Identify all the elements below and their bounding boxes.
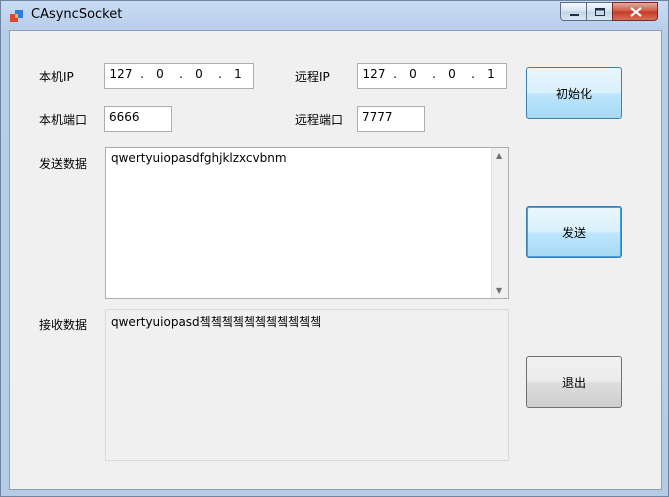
- remote-port-value: 7777: [362, 110, 393, 124]
- ip-dot: .: [218, 67, 222, 81]
- ip-dot: .: [179, 67, 183, 81]
- receive-data-label: 接收数据: [39, 318, 88, 332]
- send-data-label: 发送数据: [39, 157, 88, 171]
- local-port-input[interactable]: 6666: [104, 106, 172, 132]
- send-button[interactable]: 发送: [526, 206, 622, 258]
- remote-ip-octet-1[interactable]: 127: [362, 67, 386, 81]
- local-ip-octet-2[interactable]: 0: [148, 67, 172, 81]
- app-window: CAsyncSocket 本机IP 127 . 0 . 0 . 1 远程IP 1…: [0, 0, 669, 497]
- scroll-up-icon[interactable]: ▲: [496, 151, 502, 160]
- ip-dot: .: [393, 67, 397, 81]
- receive-data-textarea[interactable]: qwertyuiopasd쳌쳌쳌쳌쳌쳌쳌쳌쳌쳌쳌: [105, 309, 509, 461]
- remote-port-label: 远程端口: [295, 113, 344, 127]
- window-title: CAsyncSocket: [31, 7, 123, 22]
- minimize-icon: [570, 14, 579, 16]
- send-data-text: qwertyuiopasdfghjklzxcvbnm: [111, 151, 287, 165]
- send-data-textarea[interactable]: qwertyuiopasdfghjklzxcvbnm ▲ ▼: [105, 147, 509, 299]
- maximize-icon: [595, 8, 605, 16]
- exit-button[interactable]: 退出: [526, 356, 622, 408]
- local-port-label: 本机端口: [39, 113, 88, 127]
- app-icon: [10, 10, 23, 22]
- ip-dot: .: [432, 67, 436, 81]
- remote-ip-octet-3[interactable]: 0: [440, 67, 464, 81]
- maximize-button[interactable]: [586, 2, 613, 21]
- remote-port-input[interactable]: 7777: [357, 106, 425, 132]
- send-data-scrollbar[interactable]: ▲ ▼: [491, 148, 508, 298]
- remote-ip-octet-2[interactable]: 0: [401, 67, 425, 81]
- ip-dot: .: [140, 67, 144, 81]
- local-ip-octet-3[interactable]: 0: [187, 67, 211, 81]
- local-ip-octet-4[interactable]: 1: [226, 67, 250, 81]
- close-icon: [630, 7, 642, 17]
- close-button[interactable]: [612, 2, 658, 21]
- title-bar[interactable]: CAsyncSocket: [1, 1, 668, 29]
- receive-data-text: qwertyuiopasd쳌쳌쳌쳌쳌쳌쳌쳌쳌쳌쳌: [111, 315, 322, 329]
- remote-ip-label: 远程IP: [295, 70, 330, 84]
- remote-ip-field[interactable]: 127 . 0 . 0 . 1: [357, 63, 507, 89]
- dialog-client-area: 本机IP 127 . 0 . 0 . 1 远程IP 127 . 0 . 0 . …: [9, 30, 662, 490]
- local-ip-field[interactable]: 127 . 0 . 0 . 1: [104, 63, 254, 89]
- local-ip-octet-1[interactable]: 127: [109, 67, 133, 81]
- local-port-value: 6666: [109, 110, 140, 124]
- ip-dot: .: [471, 67, 475, 81]
- local-ip-label: 本机IP: [39, 70, 74, 84]
- minimize-button[interactable]: [560, 2, 587, 21]
- scroll-down-icon[interactable]: ▼: [496, 286, 502, 295]
- init-button[interactable]: 初始化: [526, 67, 622, 119]
- remote-ip-octet-4[interactable]: 1: [479, 67, 503, 81]
